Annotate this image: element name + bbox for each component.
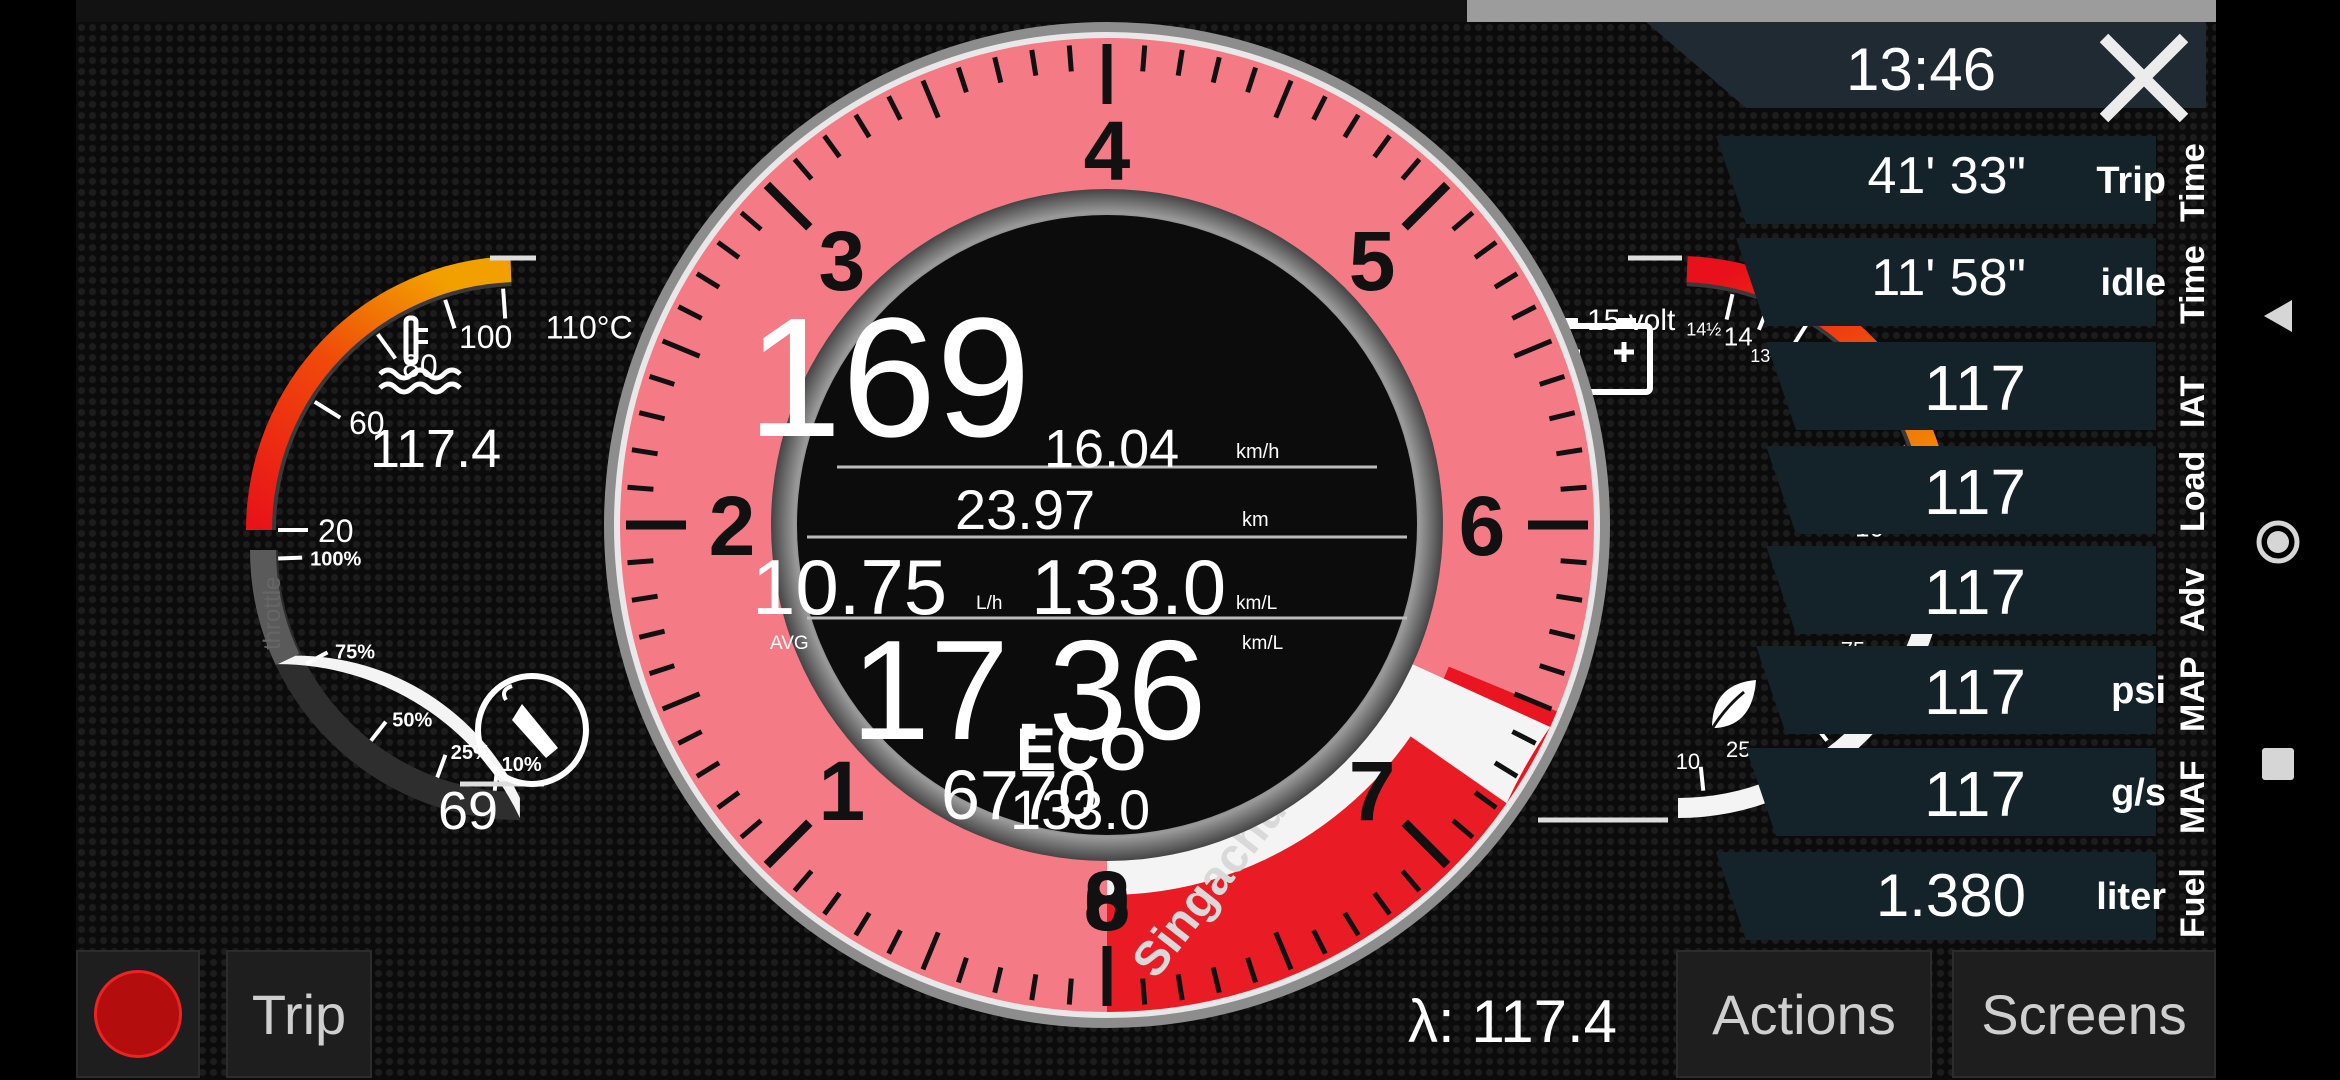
coolant-temp-tick bbox=[313, 400, 342, 420]
avg-economy-unit: km/L bbox=[1242, 633, 1284, 654]
sidebar-row-fuel: 1.380literFuel bbox=[1646, 848, 2216, 944]
sidebar-row-label: IAT bbox=[2174, 375, 2212, 428]
speed-unit: km/h bbox=[1236, 441, 1280, 463]
coolant-temp-tick bbox=[443, 299, 457, 329]
tachometer-scale-label: 5 bbox=[1349, 214, 1396, 308]
record-button[interactable] bbox=[76, 950, 200, 1078]
throttle-tick-label: 10% bbox=[502, 754, 542, 776]
sidebar-row-value: 117 bbox=[1923, 656, 2026, 728]
instant-economy-unit: km/L bbox=[1236, 593, 1278, 614]
tachometer-tick bbox=[627, 484, 654, 492]
sidebar-row-label: MAF bbox=[2174, 760, 2212, 834]
tachometer-tick bbox=[1140, 978, 1148, 1005]
coolant-temp-value: 117.4 bbox=[370, 419, 502, 479]
android-navigation-bar bbox=[2216, 0, 2340, 1080]
tachometer-scale-label: 8 bbox=[1084, 854, 1131, 948]
sidebar-row-time: 41' 33"TripTime bbox=[1646, 132, 2216, 228]
sidebar-row-label: Time bbox=[2174, 143, 2212, 222]
avg-label: AVG bbox=[770, 633, 809, 654]
sidebar-row-value: 117 bbox=[1923, 758, 2026, 830]
clock: 13:46 bbox=[1846, 36, 1997, 103]
throttle-tick-label: 50% bbox=[392, 710, 432, 732]
tachometer-tick bbox=[1140, 45, 1148, 72]
throttle-tick bbox=[369, 720, 388, 742]
trip-button[interactable]: Trip bbox=[226, 950, 372, 1078]
throttle-tick bbox=[435, 754, 448, 779]
throttle-tick-label: 75% bbox=[335, 641, 375, 663]
tachometer-scale-label: 6 bbox=[1459, 479, 1506, 573]
throttle-tick bbox=[278, 555, 303, 561]
sidebar-row-value: 117 bbox=[1923, 556, 2026, 628]
trip-distance-value: 23.97 bbox=[955, 478, 1096, 541]
battery-voltage-value: 16.04 bbox=[1044, 419, 1180, 479]
thermometer-wave bbox=[378, 381, 462, 395]
close-icon[interactable] bbox=[2094, 28, 2194, 128]
sidebar-row-value: 41' 33" bbox=[1867, 147, 2026, 205]
sidebar-row-label: MAP bbox=[2174, 656, 2212, 732]
tachometer-tick bbox=[1560, 484, 1587, 492]
sidebar-row-value: 1.380 bbox=[1875, 862, 2026, 929]
sidebar-row-value: 117 bbox=[1923, 456, 2026, 528]
dashboard: 110°C 100 80 60 20 throttle 100% 75% 50% 25% 10% 15… bbox=[76, 0, 2216, 1080]
sidebar-row-adv: 117 Adv bbox=[1646, 542, 2216, 638]
throttle-value: 69 bbox=[438, 781, 499, 841]
sidebar-row-label: Time bbox=[2174, 245, 2212, 324]
recents-square-icon bbox=[2262, 748, 2294, 780]
coolant-temp-tick-label: 100 bbox=[459, 319, 512, 355]
record-icon bbox=[94, 970, 182, 1058]
sidebar-row-map: 117psiMAP bbox=[1646, 642, 2216, 738]
battery-terminal bbox=[1618, 318, 1636, 328]
coolant-temp-tick bbox=[501, 288, 508, 319]
throttle-vertical-label: throttle bbox=[259, 577, 286, 650]
sidebar-row-value: 117 bbox=[1923, 352, 2026, 424]
pedal-arm bbox=[502, 684, 513, 702]
coolant-temp-tick-label: 20 bbox=[318, 513, 354, 549]
recents-button[interactable] bbox=[2216, 746, 2340, 782]
sidebar-row-load: 117 Load bbox=[1646, 442, 2216, 538]
screens-button[interactable]: Screens bbox=[1952, 950, 2216, 1078]
sidebar-row-label: Fuel bbox=[2174, 868, 2212, 938]
throttle-tick-label: 100% bbox=[310, 548, 361, 570]
tachometer-tick bbox=[1560, 558, 1587, 566]
tachometer-scale-label: 4 bbox=[1084, 104, 1131, 198]
coolant-temp-arc-fill bbox=[246, 256, 512, 530]
pedal-shape bbox=[512, 704, 558, 758]
avg-economy-value: 17.36 bbox=[851, 611, 1207, 770]
tachometer-tick bbox=[627, 558, 654, 566]
sidebar-row-maf: 117g/sMAF bbox=[1646, 744, 2216, 840]
lambda-value: λ: 117.4 bbox=[1408, 988, 1618, 1055]
rpm-value: 6770 bbox=[941, 756, 1097, 834]
tachometer-scale-label: 7 bbox=[1349, 744, 1396, 838]
sidebar-panel: 13:46 41' 33"TripTime11' 58"idleTime 117 I… bbox=[1646, 22, 2216, 942]
sidebar-row-value: 11' 58" bbox=[1871, 249, 2026, 307]
home-circle-icon bbox=[2256, 520, 2300, 564]
coolant-temp-tick-label: 110°C bbox=[546, 309, 633, 345]
sidebar-row-label: Load bbox=[2174, 450, 2212, 532]
sidebar-row-time: 11' 58"idleTime bbox=[1646, 234, 2216, 330]
back-button[interactable] bbox=[2216, 296, 2340, 336]
trip-distance-unit: km bbox=[1242, 509, 1269, 531]
actions-button[interactable]: Actions bbox=[1676, 950, 1932, 1078]
home-button[interactable] bbox=[2216, 518, 2340, 566]
coolant-temp-tick bbox=[376, 333, 398, 360]
back-triangle-icon bbox=[2264, 300, 2292, 332]
sidebar-row-label: Adv bbox=[2174, 567, 2212, 632]
tachometer-scale-label: 2 bbox=[709, 479, 756, 573]
sidebar-row-iat: 117 IAT bbox=[1646, 338, 2216, 434]
tachometer-tick bbox=[1066, 45, 1074, 72]
tachometer-tick bbox=[1066, 978, 1074, 1005]
